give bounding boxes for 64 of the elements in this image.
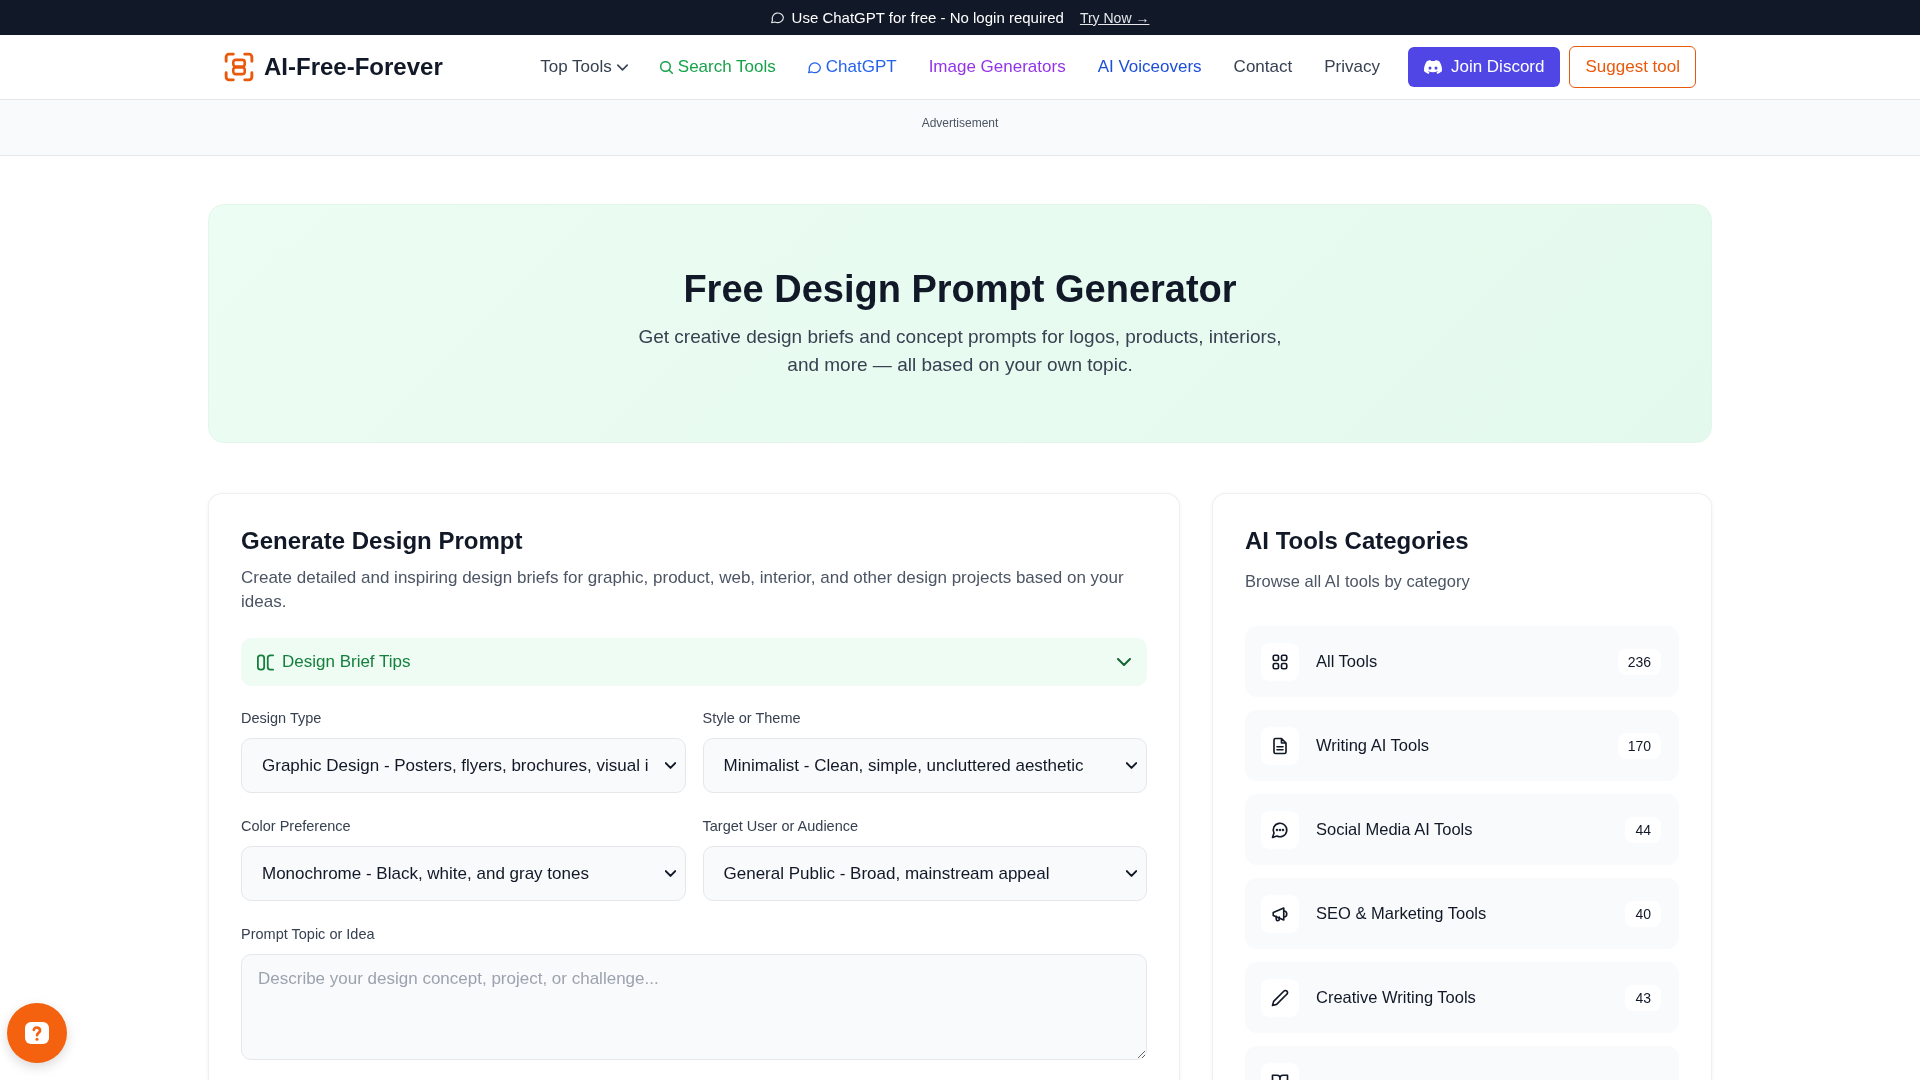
chat-bubble-icon (807, 60, 821, 74)
site-logo[interactable]: AI-Free-Forever (224, 52, 443, 82)
field-label: Target User or Audience (702, 817, 859, 836)
field-label: Prompt Topic or Idea (241, 925, 375, 944)
category-item[interactable]: Creative Writing Tools 43 (1245, 962, 1679, 1033)
search-icon (659, 60, 673, 74)
field-label: Design Type (241, 709, 322, 728)
tool-count: 170 (1617, 732, 1661, 759)
category-item[interactable]: Writing AI Tools 170 (1245, 710, 1679, 781)
discord-icon (1423, 60, 1442, 74)
grid-icon (1261, 642, 1299, 681)
card-title: Generate Design Prompt (241, 526, 524, 556)
nav-link[interactable]: Top Tools (540, 57, 628, 77)
category-label: SEO & Marketing Tools (1316, 904, 1487, 923)
field-label: Style or Theme (702, 709, 801, 728)
tool-count: 236 (1617, 648, 1661, 675)
pencil-icon (1261, 978, 1299, 1017)
suggest-tool-button[interactable]: Suggest tool (1569, 46, 1696, 88)
hero-subtitle: Get creative design briefs and concept prompts for logos, products, interiors, and more — all based on your own topic. (637, 325, 1283, 377)
document-icon (1261, 726, 1299, 765)
nav-link[interactable]: Contact (1233, 57, 1293, 77)
nav-link[interactable]: ChatGPT (807, 57, 897, 77)
tool-count: 40 (1625, 900, 1661, 927)
nav-link[interactable]: Privacy (1324, 57, 1380, 77)
nav-link[interactable]: Image Generators (928, 57, 1066, 77)
category-item[interactable]: Social Media AI Tools 44 (1245, 794, 1679, 865)
megaphone-icon (1261, 894, 1299, 933)
select-field[interactable]: Monochrome - Black, white, and gray tones (241, 846, 686, 901)
chevron-down-icon (616, 63, 628, 71)
help-button[interactable] (7, 1003, 67, 1063)
category-item[interactable]: SEO & Marketing Tools 40 (1245, 878, 1679, 949)
select-field[interactable]: General Public - Broad, mainstream appeal (702, 846, 1147, 901)
category-item[interactable]: All Tools 236 (1245, 626, 1679, 697)
bracket-icon (257, 653, 274, 671)
chat-bubble-icon (770, 11, 784, 24)
tool-count: 44 (1625, 816, 1661, 843)
chat-bubble-icon (1261, 810, 1299, 849)
chevron-down-icon (664, 870, 676, 877)
try-now-link[interactable]: Try Now → (1079, 9, 1150, 26)
nav-link[interactable]: AI Voiceovers (1097, 57, 1202, 77)
category-label: Writing AI Tools (1316, 736, 1430, 755)
card-description: Create detailed and inspiring design briefs for graphic, product, web, interior, and other design projects based on your ideas. (241, 567, 1125, 613)
hero-title: Free Design Prompt Generator (682, 267, 1238, 311)
topic-textarea[interactable]: Describe your design concept, project, or challenge... (241, 954, 1147, 1060)
select-field[interactable]: Minimalist - Clean, simple, uncluttered aesthetic (702, 738, 1147, 793)
chevron-down-icon (1117, 658, 1131, 666)
chevron-down-icon (1126, 762, 1137, 769)
tool-count: 43 (1625, 984, 1661, 1011)
category-label: Social Media AI Tools (1316, 820, 1473, 839)
help-icon (25, 1022, 49, 1044)
field-label: Color Preference (241, 817, 351, 836)
card-subtitle: Browse all AI tools by category (1245, 571, 1471, 592)
tips-toggle[interactable]: Design Brief Tips (241, 638, 1147, 686)
category-label: All Tools (1316, 652, 1378, 671)
join-discord-button[interactable]: Join Discord (1407, 47, 1561, 87)
select-field[interactable]: Graphic Design - Posters, flyers, brochures, visual i (241, 738, 686, 793)
ad-label: Advertisement (921, 116, 999, 130)
chevron-down-icon (664, 762, 676, 769)
category-label: Creative Writing Tools (1316, 988, 1476, 1007)
logo-text: AI-Free-Forever (264, 53, 443, 81)
logo-icon (224, 52, 254, 82)
chevron-down-icon (1126, 870, 1137, 877)
card-title: AI Tools Categories (1245, 526, 1470, 556)
announcement-text: Use ChatGPT for free - No login required (791, 9, 1064, 26)
